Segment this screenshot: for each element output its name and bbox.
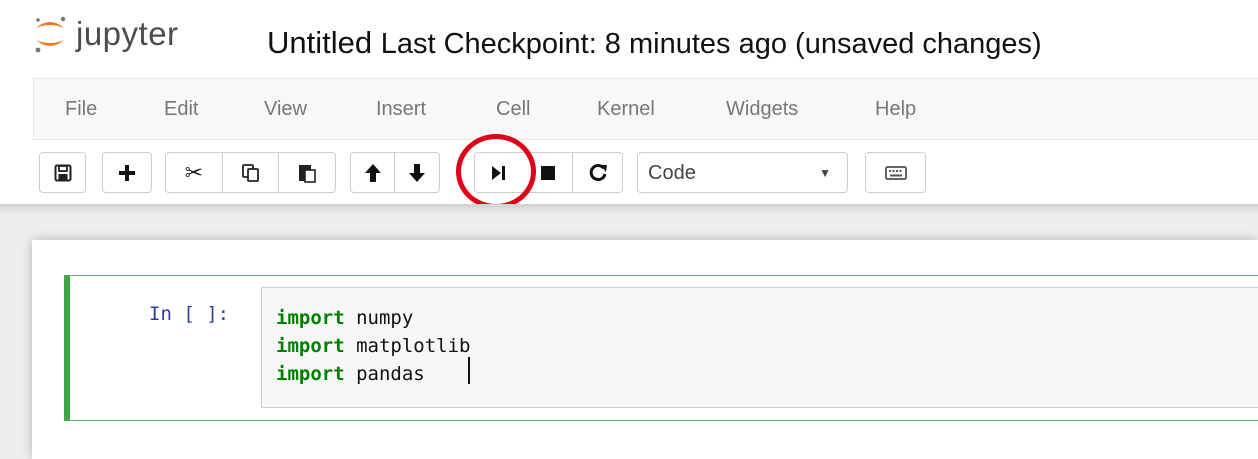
code-line: import matplotlib <box>276 333 470 359</box>
menu-kernel[interactable]: Kernel <box>597 79 655 139</box>
cell-selection-bar <box>64 275 70 421</box>
code-cell[interactable]: In [ ]: import numpy import matplotlib i… <box>64 275 1258 421</box>
restart-icon <box>589 163 607 181</box>
cell-type-value: Code <box>648 162 696 184</box>
cut-button[interactable]: ✂ <box>165 152 223 193</box>
menu-insert[interactable]: Insert <box>376 79 426 139</box>
command-palette-button[interactable] <box>865 152 926 193</box>
arrow-up-icon <box>364 163 381 182</box>
run-icon <box>492 165 505 180</box>
menu-view[interactable]: View <box>264 79 307 139</box>
insert-cell-button[interactable] <box>102 152 152 193</box>
plus-icon <box>119 164 135 181</box>
notebook-name[interactable]: Untitled <box>267 25 372 60</box>
jupyter-logo-icon <box>35 16 66 53</box>
paste-icon <box>299 164 316 183</box>
cell-type-select[interactable]: Code ▼ <box>637 152 848 193</box>
code-text: pandas <box>344 363 425 385</box>
save-icon <box>54 164 71 181</box>
keyword: import <box>276 307 345 329</box>
scissors-icon: ✂ <box>184 159 204 185</box>
menubar: File Edit View Insert Cell Kernel Widget… <box>33 78 1258 140</box>
menu-edit[interactable]: Edit <box>164 79 198 139</box>
copy-icon <box>241 163 259 182</box>
menu-cell[interactable]: Cell <box>496 79 530 139</box>
keyword: import <box>276 363 345 385</box>
menu-file[interactable]: File <box>65 79 97 139</box>
code-line: import numpy <box>276 305 413 331</box>
caret-down-icon: ▼ <box>819 166 831 180</box>
text-cursor <box>468 357 470 384</box>
toolbar: ✂ Code ▼ <box>0 152 1258 194</box>
header-shadow <box>0 204 1258 214</box>
input-prompt: In [ ]: <box>149 303 230 325</box>
jupyter-logo[interactable]: jupyter <box>32 14 179 54</box>
paste-button[interactable] <box>278 152 336 193</box>
run-cell-button[interactable] <box>474 152 524 193</box>
menu-help[interactable]: Help <box>875 79 916 139</box>
arrow-down-icon <box>409 163 425 182</box>
code-text: numpy <box>344 307 414 329</box>
copy-button[interactable] <box>222 152 279 193</box>
logo-text: jupyter <box>76 15 179 52</box>
keyboard-icon <box>884 165 907 180</box>
checkpoint-status: Last Checkpoint: 8 minutes ago (unsaved … <box>380 28 1042 60</box>
menu-widgets[interactable]: Widgets <box>726 79 798 139</box>
move-cell-down-button[interactable] <box>394 152 440 193</box>
keyword: import <box>276 335 345 357</box>
code-editor[interactable]: import numpy import matplotlib import pa… <box>261 287 1258 408</box>
interrupt-kernel-button[interactable] <box>523 152 573 193</box>
code-text: matplotlib <box>344 335 471 357</box>
restart-kernel-button[interactable] <box>572 152 623 193</box>
stop-icon <box>540 165 555 180</box>
save-button[interactable] <box>39 152 86 193</box>
move-cell-up-button[interactable] <box>350 152 395 193</box>
notebook-title-area: Untitled Last Checkpoint: 8 minutes ago … <box>267 25 1042 61</box>
code-line: import pandas <box>276 361 425 387</box>
header: jupyter Untitled Last Checkpoint: 8 minu… <box>0 0 1258 209</box>
notebook-page: In [ ]: import numpy import matplotlib i… <box>32 240 1258 459</box>
